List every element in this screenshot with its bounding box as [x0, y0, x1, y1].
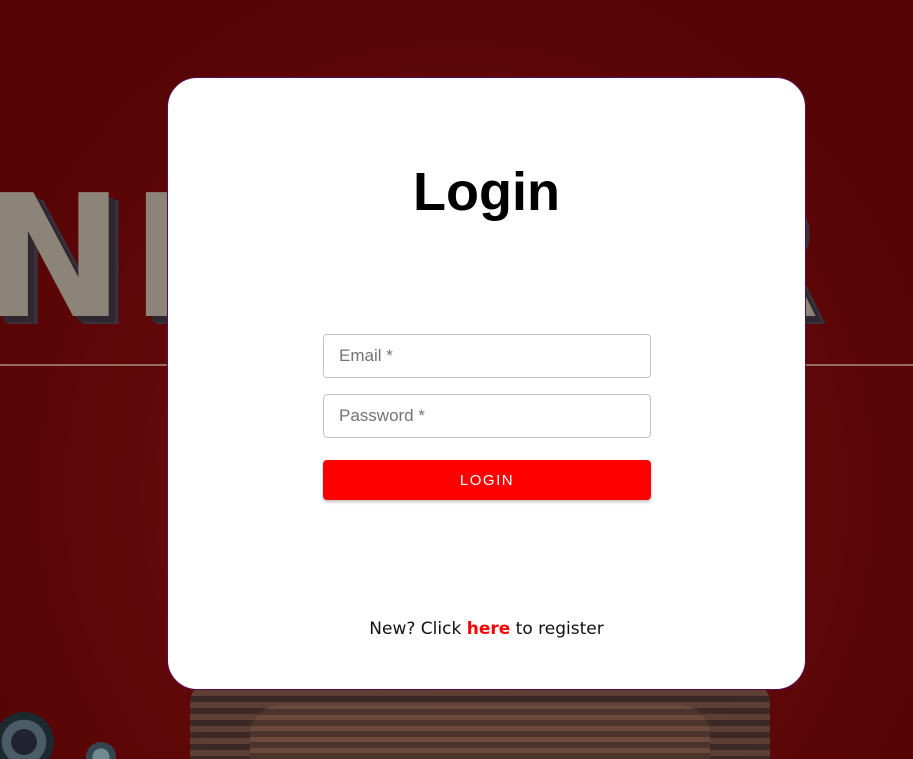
register-link[interactable]: here — [467, 619, 511, 639]
email-field[interactable] — [323, 334, 651, 378]
gear-icon — [0, 712, 54, 759]
register-prompt: New? Click here to register — [168, 619, 805, 639]
bolt-icon — [86, 742, 116, 759]
page-title: Login — [413, 162, 560, 222]
login-card: Login LOGIN New? Click here to register — [167, 77, 806, 690]
background-machine-detail — [250, 705, 710, 759]
login-button[interactable]: LOGIN — [323, 460, 651, 500]
register-suffix: to register — [510, 619, 604, 639]
password-field[interactable] — [323, 394, 651, 438]
register-prefix: New? Click — [369, 619, 467, 639]
email-input[interactable] — [324, 335, 650, 377]
password-input[interactable] — [324, 395, 650, 437]
